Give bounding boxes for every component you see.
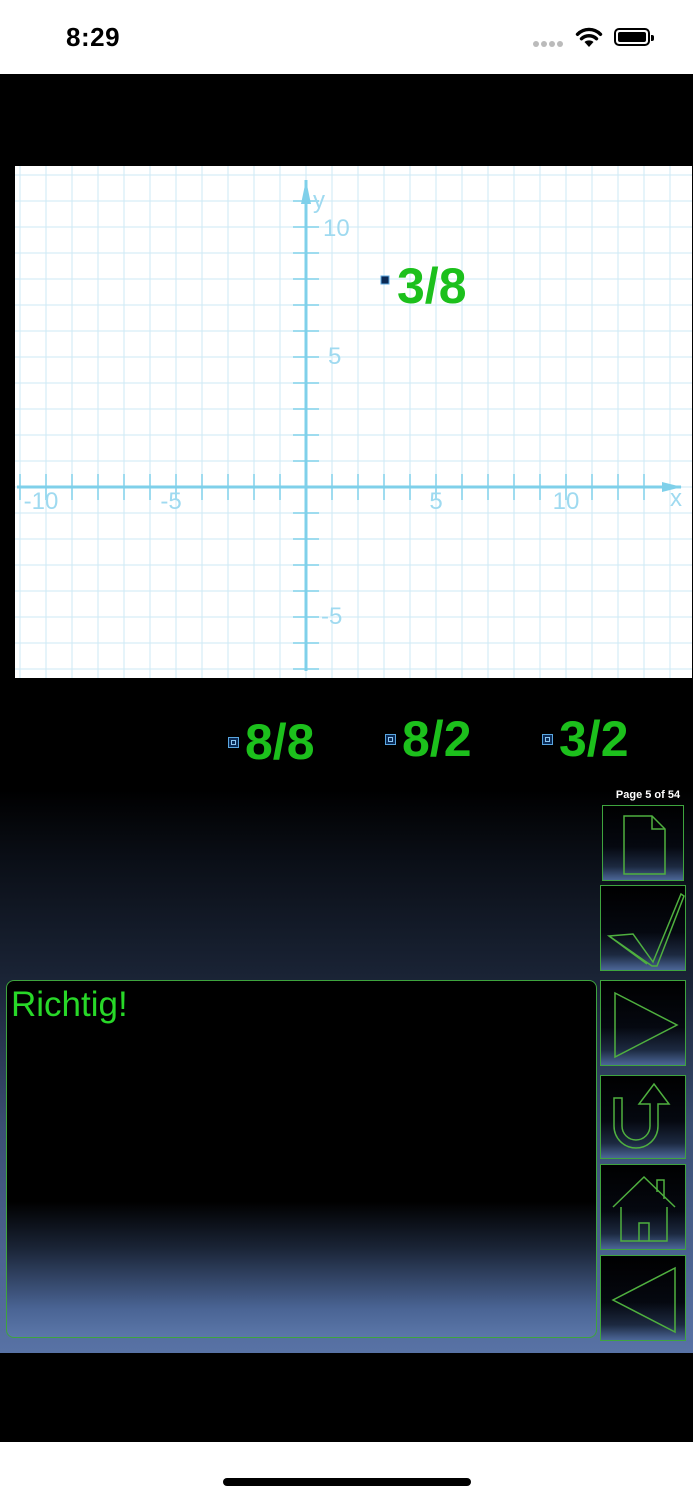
grid-lines: [15, 166, 692, 678]
back-triangle-icon: [611, 1266, 676, 1334]
page-counter: Page 5 of 54: [615, 789, 681, 801]
y-tick-label: 5: [328, 343, 341, 370]
undo-button[interactable]: [600, 1075, 686, 1159]
status-bar: 8:29: [0, 0, 693, 74]
y-tick-label: 10: [323, 215, 350, 242]
answer-option-1[interactable]: 8/8: [228, 713, 315, 771]
play-triangle-icon: [614, 991, 679, 1059]
y-axis-label: y: [313, 187, 325, 214]
document-icon: [623, 815, 666, 875]
bottom-spacer: [0, 1353, 693, 1442]
house-icon: [612, 1175, 676, 1242]
axes: [17, 180, 682, 671]
answer-option-3[interactable]: 3/2: [542, 710, 629, 768]
feedback-text: Richtig!: [11, 985, 128, 1024]
answer-options: 8/8 8/2 3/2: [0, 620, 693, 770]
feedback-box: Richtig!: [6, 980, 597, 1338]
cellular-signal-icon: [533, 41, 565, 47]
new-page-button[interactable]: [602, 805, 684, 881]
answer-checkbox-icon[interactable]: [542, 733, 553, 745]
u-turn-arrow-icon: [613, 1082, 671, 1149]
home-indicator-area: [0, 1442, 693, 1500]
point-marker-icon: [380, 275, 390, 285]
x-axis-label: x: [670, 485, 682, 512]
home-indicator[interactable]: [223, 1478, 471, 1486]
x-tick-label: -5: [160, 488, 181, 515]
question-marker: 3/8: [380, 258, 467, 314]
answer-checkbox-icon[interactable]: [385, 733, 396, 745]
check-answer-button[interactable]: [600, 885, 686, 971]
wifi-icon: [575, 27, 603, 47]
home-button[interactable]: [600, 1164, 686, 1250]
answer-label: 8/2: [402, 711, 472, 767]
back-button[interactable]: [600, 1255, 686, 1341]
checkmark-icon: [606, 892, 685, 967]
coordinate-graph: -10 -5 5 10 10 5 -5 x y 3/8: [15, 166, 692, 678]
answer-option-2[interactable]: 8/2: [385, 710, 472, 768]
answer-label: 8/8: [245, 714, 315, 770]
x-tick-label: 10: [553, 488, 580, 515]
next-button[interactable]: [600, 980, 686, 1066]
status-time: 8:29: [66, 22, 121, 52]
x-tick-label: 5: [429, 488, 442, 515]
x-tick-label: -10: [24, 488, 59, 515]
answer-label: 3/2: [559, 711, 629, 767]
question-label: 3/8: [397, 258, 467, 314]
battery-icon: [614, 28, 654, 46]
answer-checkbox-icon[interactable]: [228, 736, 239, 748]
